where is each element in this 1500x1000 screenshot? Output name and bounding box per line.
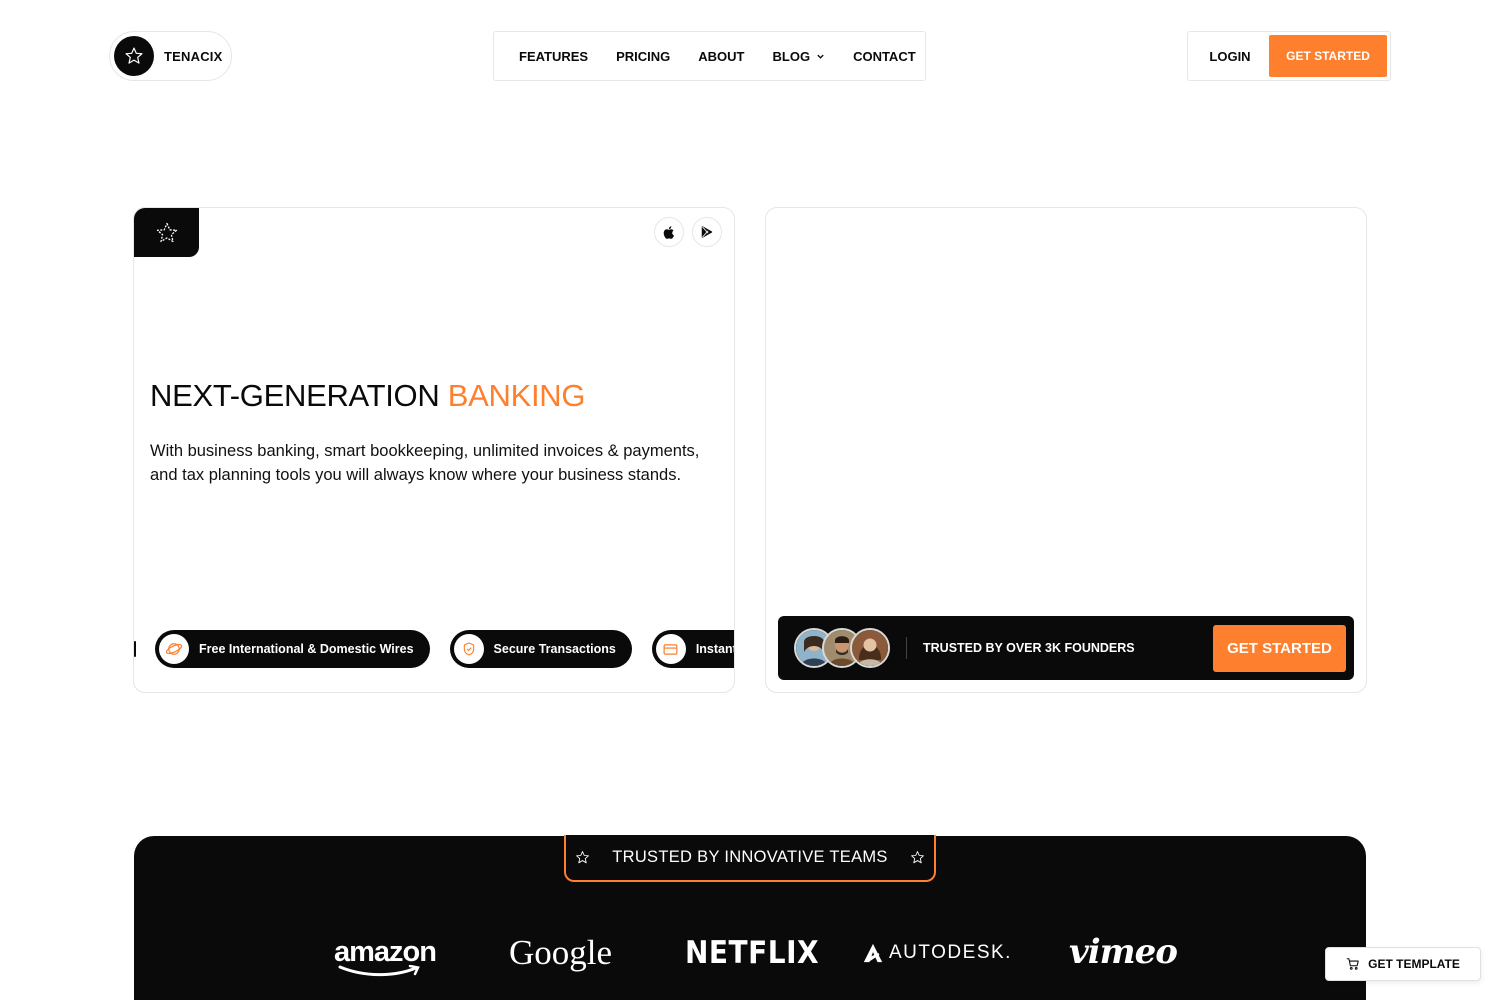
feature-pill-cards[interactable]: Instant Virtual Cards (651, 630, 734, 668)
feature-label: Secure Transactions (493, 642, 616, 656)
cart-icon (1346, 958, 1359, 970)
hero-description: With business banking, smart bookkeeping… (150, 442, 700, 484)
nav-contact[interactable]: CONTACT (853, 49, 916, 64)
login-button[interactable]: LOGIN (1191, 49, 1269, 64)
amazon-logo-text: amazon (334, 936, 437, 968)
get-template-label: GET TEMPLATE (1368, 957, 1460, 971)
google-logo: Google (509, 933, 613, 972)
hero-title-main: NEXT-GENERATION (150, 378, 448, 413)
card-icon (655, 634, 686, 664)
founder-avatars (794, 628, 890, 668)
netflix-logo: NETFLIX (685, 934, 820, 971)
avatar (850, 628, 890, 668)
feature-pill-edge (134, 641, 136, 657)
star-icon (576, 851, 590, 864)
nav-about[interactable]: ABOUT (698, 49, 744, 64)
main-nav: FEATURES PRICING ABOUT BLOG CONTACT (493, 31, 926, 81)
hero-card: NEXT-GENERATION BANKING With business ba… (133, 207, 735, 693)
nav-features[interactable]: FEATURES (519, 49, 588, 64)
trusted-teams-section: TRUSTED BY INNOVATIVE TEAMS amazon Googl… (134, 835, 1366, 1000)
autodesk-logo-text: AUTODESK. (889, 942, 1012, 963)
globe-icon (159, 634, 189, 664)
apple-icon[interactable] (654, 217, 684, 247)
trusted-teams-tab: TRUSTED BY INNOVATIVE TEAMS (564, 835, 936, 882)
trusted-founders-text: TRUSTED BY OVER 3K FOUNDERS (923, 641, 1135, 655)
star-icon (910, 851, 924, 864)
vimeo-logo: vimeo (1069, 932, 1178, 972)
brand-name: TENACIX (164, 48, 223, 64)
feature-marquee: Free International & Domestic Wires Secu… (134, 630, 734, 670)
hero-get-started-button[interactable]: GET STARTED (1213, 624, 1346, 672)
amazon-smile-icon (338, 965, 420, 977)
divider (906, 637, 907, 659)
trusted-teams-heading: TRUSTED BY INNOVATIVE TEAMS (612, 848, 888, 866)
get-template-button[interactable]: GET TEMPLATE (1325, 947, 1481, 981)
autodesk-logo: AUTODESK. (862, 942, 1012, 964)
nav-pricing[interactable]: PRICING (616, 49, 670, 64)
shield-icon (453, 634, 484, 664)
feature-pill-secure[interactable]: Secure Transactions (449, 630, 632, 668)
nav-blog-label: BLOG (772, 48, 811, 64)
app-store-links (654, 217, 722, 247)
hero-title-accent: BANKING (447, 378, 586, 413)
trusted-founders-bar: TRUSTED BY OVER 3K FOUNDERS GET STARTED (778, 616, 1354, 680)
header-get-started-button[interactable]: GET STARTED (1269, 35, 1387, 77)
brand-logo-pill[interactable]: TENACIX (109, 31, 232, 81)
google-play-icon[interactable] (692, 217, 722, 247)
hero-visual-card: TRUSTED BY OVER 3K FOUNDERS GET STARTED (765, 207, 1367, 693)
chevron-down-icon (817, 54, 824, 59)
star-badge-icon (134, 208, 199, 257)
auth-group: LOGIN GET STARTED (1187, 31, 1391, 81)
autodesk-mark-icon (863, 943, 883, 963)
feature-label: Instant Virtual Cards (695, 642, 734, 656)
feature-label: Free International & Domestic Wires (199, 642, 414, 656)
hero-title: NEXT-GENERATION BANKING (150, 378, 586, 414)
nav-blog[interactable]: BLOG (773, 49, 826, 64)
star-logo-icon (114, 36, 154, 76)
brand-logo-row: amazon Google NETFLIX AUTODESK. vimeo (134, 932, 1366, 977)
feature-pill-wires[interactable]: Free International & Domestic Wires (155, 630, 430, 668)
amazon-logo: amazon (334, 936, 437, 977)
